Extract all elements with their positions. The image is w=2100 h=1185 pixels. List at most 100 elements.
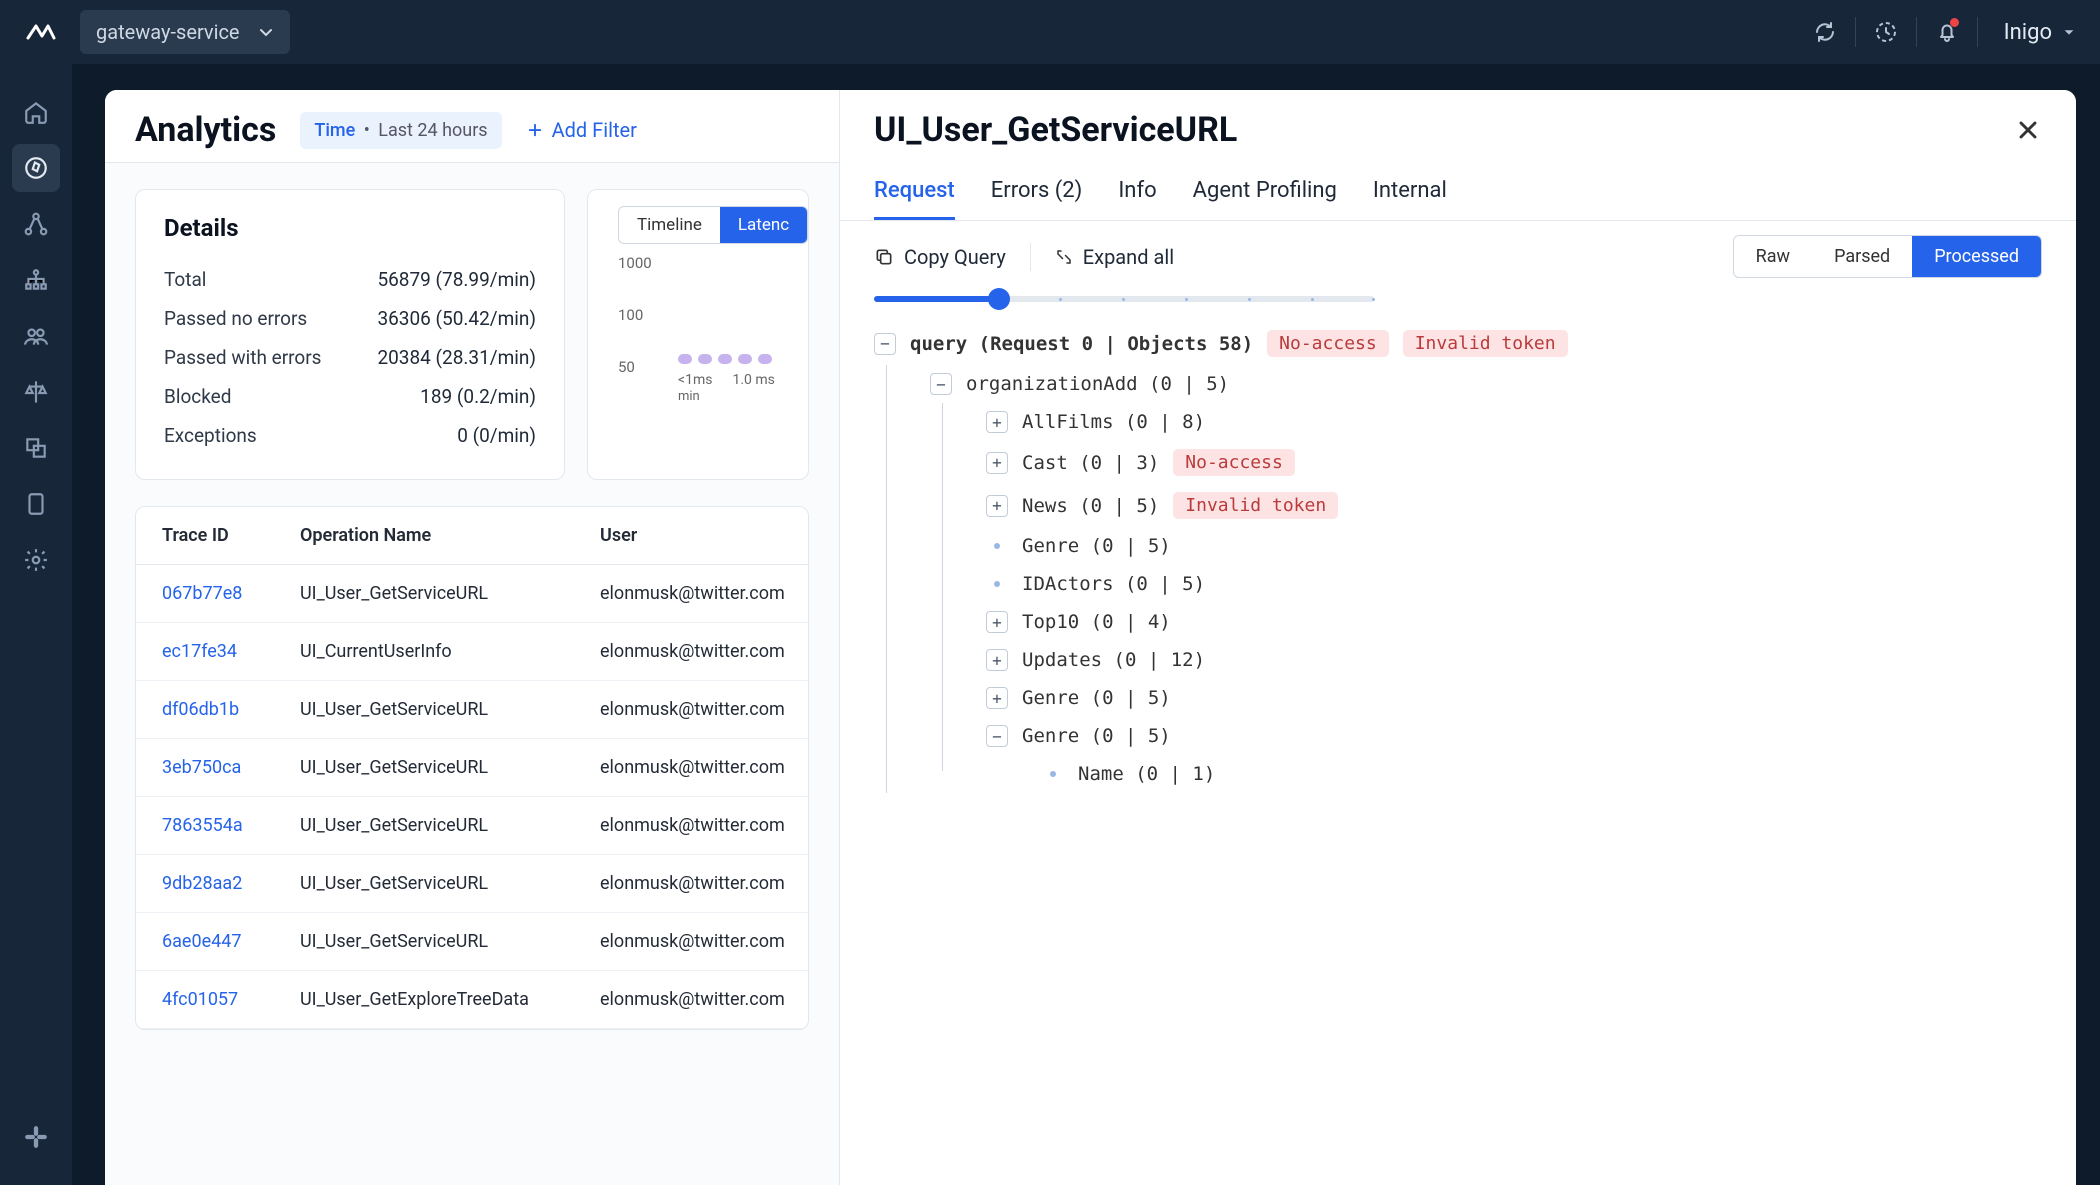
scale-icon xyxy=(23,379,49,405)
topbar-left: gateway-service xyxy=(24,10,290,54)
trace-id-link[interactable]: 3eb750ca xyxy=(162,757,300,778)
latency-card: Timeline Latenc 1000 100 50 <1ms xyxy=(587,189,809,480)
expand-toggle[interactable]: + xyxy=(986,649,1008,671)
trace-id-link[interactable]: 6ae0e447 xyxy=(162,931,300,952)
nav-org[interactable] xyxy=(12,200,60,248)
service-selector[interactable]: gateway-service xyxy=(80,10,290,54)
user-cell: elonmusk@twitter.com xyxy=(600,989,785,1010)
copy-query-label: Copy Query xyxy=(904,245,1006,269)
expand-toggle[interactable]: + xyxy=(986,411,1008,433)
nav-docs[interactable] xyxy=(12,480,60,528)
details-label: Total xyxy=(164,268,206,291)
tree-root[interactable]: − query (Request 0 | Objects 58) No-acce… xyxy=(874,322,2042,365)
time-filter-chip[interactable]: Time • Last 24 hours xyxy=(300,112,501,149)
trace-id-link[interactable]: 7863554a xyxy=(162,815,300,836)
trace-id-link[interactable]: 9db28aa2 xyxy=(162,873,300,894)
tree-node[interactable]: + AllFilms (0 | 8) xyxy=(986,403,2042,441)
collapse-toggle[interactable]: − xyxy=(874,333,896,355)
view-parsed[interactable]: Parsed xyxy=(1812,236,1912,277)
table-row[interactable]: 4fc01057 UI_User_GetExploreTreeData elon… xyxy=(136,971,808,1029)
trace-id-link[interactable]: df06db1b xyxy=(162,699,300,720)
depth-slider[interactable] xyxy=(874,296,1374,302)
tab-info[interactable]: Info xyxy=(1118,168,1156,220)
refresh-button[interactable] xyxy=(1805,12,1845,52)
nav-settings[interactable] xyxy=(12,536,60,584)
view-processed[interactable]: Processed xyxy=(1912,236,2041,277)
add-filter-button[interactable]: Add Filter xyxy=(526,118,637,142)
clock-button[interactable] xyxy=(1866,12,1906,52)
node-label: AllFilms (0 | 8) xyxy=(1022,411,1205,433)
segment-timeline[interactable]: Timeline xyxy=(619,207,720,243)
tree-node[interactable]: IDActors (0 | 5) xyxy=(986,565,2042,603)
expand-toggle[interactable]: + xyxy=(986,687,1008,709)
nav-graph[interactable] xyxy=(12,256,60,304)
tree-node[interactable]: +Genre (0 | 5) xyxy=(986,679,2042,717)
close-icon xyxy=(2014,116,2042,144)
histogram-bars xyxy=(678,354,772,364)
details-value: 20384 (28.31/min) xyxy=(377,346,536,369)
collapse-toggle[interactable]: − xyxy=(930,373,952,395)
tree-node[interactable]: +Top10 (0 | 4) xyxy=(986,603,2042,641)
copy-icon xyxy=(874,247,894,267)
tree-node[interactable]: Genre (0 | 5) xyxy=(986,527,2042,565)
clock-icon xyxy=(1874,20,1898,44)
nav-slack[interactable] xyxy=(12,1113,60,1161)
table-row[interactable]: 067b77e8 UI_User_GetServiceURL elonmusk@… xyxy=(136,565,808,623)
expand-toggle[interactable]: + xyxy=(986,495,1008,517)
table-row[interactable]: df06db1b UI_User_GetServiceURL elonmusk@… xyxy=(136,681,808,739)
notifications-button[interactable] xyxy=(1927,12,1967,52)
table-row[interactable]: 6ae0e447 UI_User_GetServiceURL elonmusk@… xyxy=(136,913,808,971)
tab-request[interactable]: Request xyxy=(874,168,955,220)
nav-users[interactable] xyxy=(12,312,60,360)
table-row[interactable]: ec17fe34 UI_CurrentUserInfo elonmusk@twi… xyxy=(136,623,808,681)
user-menu[interactable]: Inigo xyxy=(2004,20,2076,45)
trace-detail-panel: UI_User_GetServiceURL RequestErrors (2)I… xyxy=(840,90,2076,1185)
table-row[interactable]: 7863554a UI_User_GetServiceURL elonmusk@… xyxy=(136,797,808,855)
view-raw[interactable]: Raw xyxy=(1734,236,1812,277)
tree-node[interactable]: +News (0 | 5)Invalid token xyxy=(986,484,2042,527)
user-cell: elonmusk@twitter.com xyxy=(600,757,785,778)
tab-internal[interactable]: Internal xyxy=(1373,168,1447,220)
error-badge: Invalid token xyxy=(1403,330,1568,357)
expand-all-button[interactable]: Expand all xyxy=(1055,245,1174,269)
tab-agent-profiling[interactable]: Agent Profiling xyxy=(1193,168,1337,220)
caret-down-icon xyxy=(2062,25,2076,39)
detail-tabs: Request Errors (2) Info Agent Profiling Inte… xyxy=(840,168,2076,221)
network-icon xyxy=(23,211,49,237)
slider-fill xyxy=(874,296,994,302)
segment-latency[interactable]: Latenc xyxy=(720,207,807,243)
refresh-icon xyxy=(1813,20,1837,44)
trace-id-link[interactable]: 067b77e8 xyxy=(162,583,300,604)
expand-toggle[interactable]: + xyxy=(986,452,1008,474)
analytics-panel: Analytics Time • Last 24 hours Add Filte… xyxy=(105,90,840,1185)
y-tick: 1000 xyxy=(618,254,790,272)
table-row[interactable]: 9db28aa2 UI_User_GetServiceURL elonmusk@… xyxy=(136,855,808,913)
tree-node[interactable]: +Updates (0 | 12) xyxy=(986,641,2042,679)
table-row[interactable]: 3eb750ca UI_User_GetServiceURL elonmusk@… xyxy=(136,739,808,797)
node-label: query (Request 0 | Objects 58) xyxy=(910,333,1253,355)
details-value: 36306 (50.42/min) xyxy=(377,307,536,330)
trace-id-link[interactable]: 4fc01057 xyxy=(162,989,300,1010)
nav-home[interactable] xyxy=(12,88,60,136)
slider-thumb[interactable] xyxy=(988,288,1010,310)
nav-legal[interactable] xyxy=(12,368,60,416)
trace-id-link[interactable]: ec17fe34 xyxy=(162,641,300,662)
tree-node[interactable]: −Genre (0 | 5) xyxy=(986,717,2042,755)
expand-toggle[interactable]: + xyxy=(986,611,1008,633)
compass-icon xyxy=(23,155,49,181)
divider xyxy=(1855,17,1856,47)
tree-node[interactable]: Name (0 | 1) xyxy=(986,755,2042,793)
details-row: Exceptions0 (0/min) xyxy=(164,416,536,455)
overlap-icon xyxy=(23,435,49,461)
expand-toggle[interactable]: − xyxy=(986,725,1008,747)
nav-copy[interactable] xyxy=(12,424,60,472)
chart-segment-group: Timeline Latenc xyxy=(618,206,808,244)
close-button[interactable] xyxy=(2014,116,2042,144)
nav-analytics[interactable] xyxy=(12,144,60,192)
tree-node[interactable]: − organizationAdd (0 | 5) xyxy=(930,365,2042,403)
document-icon xyxy=(23,491,49,517)
tree-node[interactable]: +Cast (0 | 3)No-access xyxy=(986,441,2042,484)
copy-query-button[interactable]: Copy Query xyxy=(874,245,1006,269)
details-row: Passed with errors20384 (28.31/min) xyxy=(164,338,536,377)
tab-errors-[interactable]: Errors (2) xyxy=(991,168,1083,220)
